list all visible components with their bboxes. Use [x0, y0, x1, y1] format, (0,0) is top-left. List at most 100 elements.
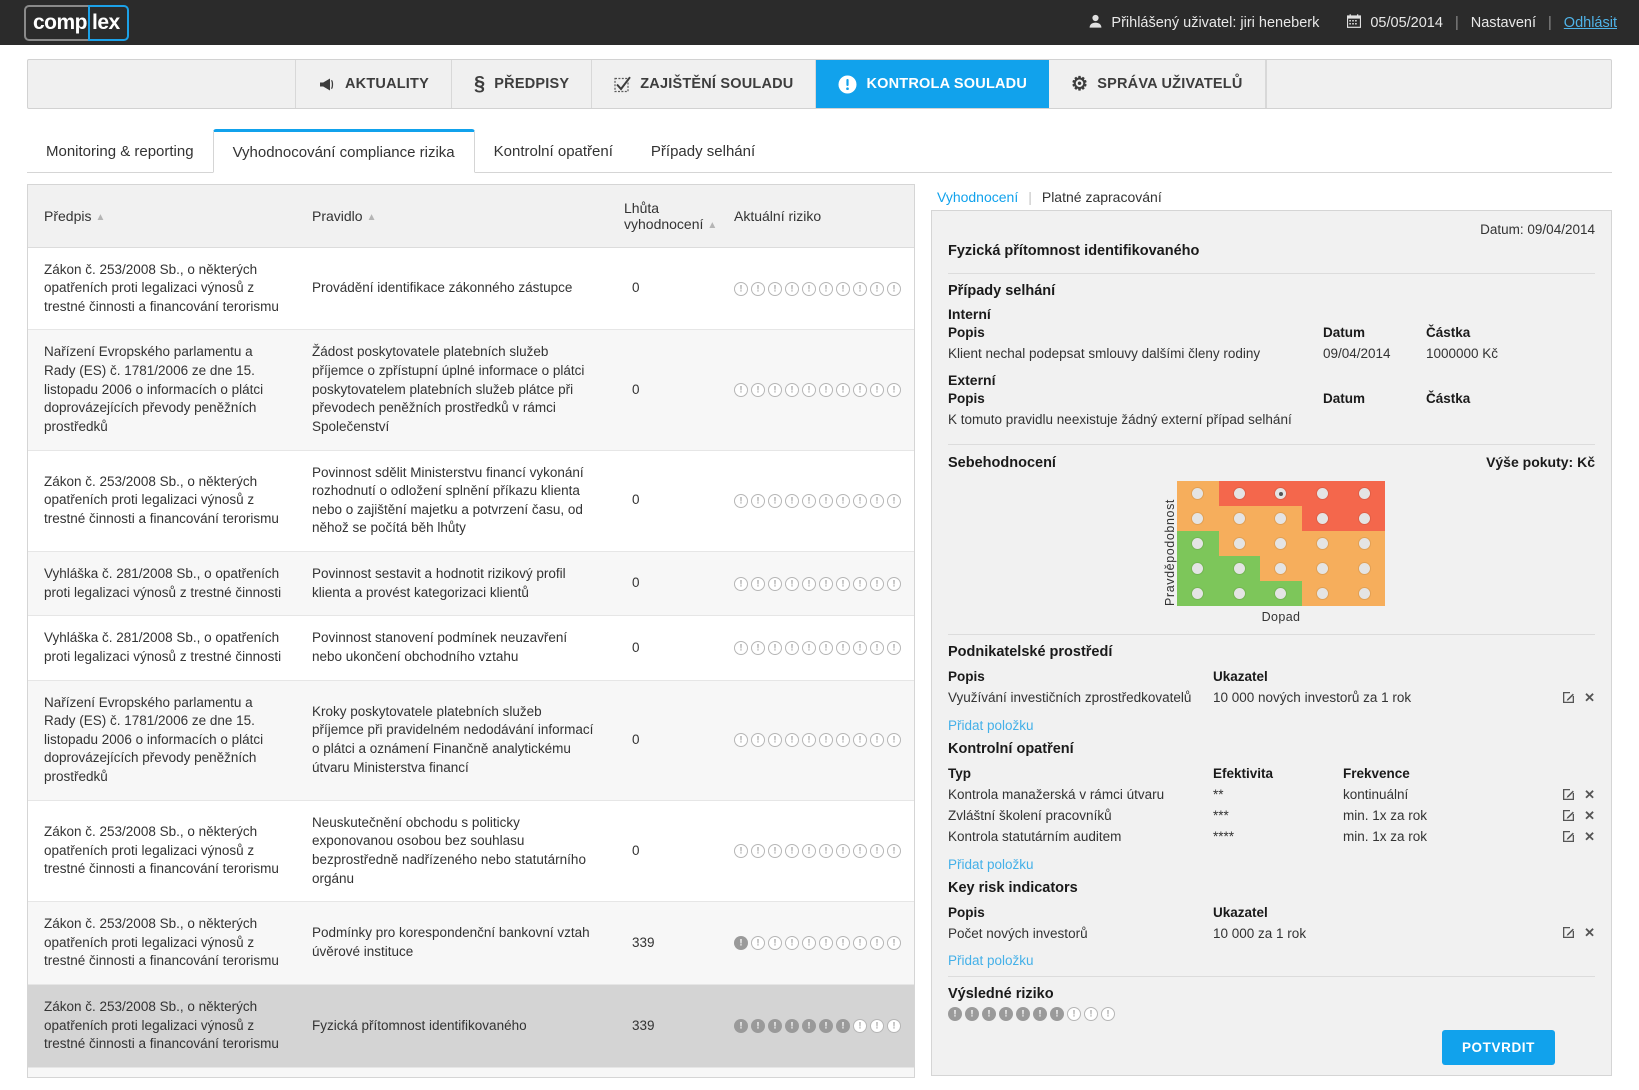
risk-matrix-dot[interactable]: [1192, 588, 1204, 600]
risk-matrix-cell[interactable]: [1177, 506, 1219, 532]
risk-matrix-cell[interactable]: [1177, 481, 1219, 507]
table-row[interactable]: Zákon č. 253/2008 Sb., o některých opatř…: [28, 984, 914, 1068]
delete-icon[interactable]: ✕: [1584, 830, 1595, 845]
tab-monitoring-reporting[interactable]: Monitoring & reporting: [27, 131, 213, 172]
risk-dot: [887, 1019, 901, 1034]
table-row[interactable]: Vyhláška č. 281/2008 Sb., o opatřeních p…: [28, 615, 914, 681]
delete-icon[interactable]: ✕: [1584, 809, 1595, 824]
risk-matrix-dot[interactable]: [1275, 488, 1287, 500]
col-header-lhuta[interactable]: Lhůta vyhodnocení ▲: [608, 185, 718, 248]
delete-icon[interactable]: ✕: [1584, 691, 1595, 706]
nav-item-sprava-uzivatelu[interactable]: ⚙ SPRÁVA UŽIVATELŮ: [1049, 60, 1266, 108]
edit-icon[interactable]: [1562, 809, 1575, 824]
risk-matrix-cell[interactable]: [1218, 481, 1261, 507]
risk-matrix-cell[interactable]: [1301, 506, 1344, 532]
table-row[interactable]: Zákon č. 253/2008 Sb., o některých opatř…: [28, 1067, 914, 1077]
risk-matrix-dot[interactable]: [1317, 588, 1329, 600]
risk-matrix-cell[interactable]: [1218, 556, 1261, 582]
risk-matrix-cell[interactable]: [1301, 581, 1344, 607]
risk-matrix-dot[interactable]: [1275, 563, 1287, 575]
risk-matrix-dot[interactable]: [1233, 563, 1245, 575]
delete-icon[interactable]: ✕: [1584, 788, 1595, 803]
risk-matrix-dot[interactable]: [1192, 488, 1204, 500]
risk-matrix[interactable]: [1177, 481, 1385, 607]
risk-matrix-dot[interactable]: [1233, 588, 1245, 600]
tab-pripady-selhani[interactable]: Případy selhání: [632, 131, 774, 172]
table-row[interactable]: Zákon č. 253/2008 Sb., o některých opatř…: [28, 901, 914, 985]
app-logo[interactable]: comp lex: [24, 4, 129, 41]
risk-matrix-dot[interactable]: [1233, 488, 1245, 500]
risk-matrix-cell[interactable]: [1301, 531, 1344, 557]
risk-matrix-cell[interactable]: [1343, 581, 1385, 607]
nav-item-zajisteni-souladu[interactable]: ZAJIŠTĚNÍ SOULADU: [592, 60, 817, 108]
risk-matrix-cell[interactable]: [1301, 556, 1344, 582]
risk-matrix-cell[interactable]: [1177, 556, 1219, 582]
detail-tab-platne-zapracovani[interactable]: Platné zapracování: [1042, 189, 1162, 205]
table-row[interactable]: Zákon č. 253/2008 Sb., o některých opatř…: [28, 450, 914, 552]
risk-matrix-dot[interactable]: [1358, 488, 1370, 500]
tab-vyhodnocovani-compliance-rizika[interactable]: Vyhodnocování compliance rizika: [212, 129, 475, 173]
edit-icon[interactable]: [1562, 788, 1575, 803]
nav-item-aktuality[interactable]: AKTUALITY: [296, 60, 452, 108]
risk-matrix-dot[interactable]: [1192, 513, 1204, 525]
risk-matrix-cell[interactable]: [1218, 581, 1261, 607]
table-row[interactable]: Zákon č. 253/2008 Sb., o některých opatř…: [28, 247, 914, 331]
nav-item-kontrola-souladu[interactable]: KONTROLA SOULADU: [816, 60, 1050, 108]
failures-external-heading: Externí: [948, 372, 996, 389]
risk-matrix-cell[interactable]: [1260, 556, 1302, 582]
delete-icon[interactable]: ✕: [1584, 926, 1595, 941]
risk-matrix-dot[interactable]: [1275, 513, 1287, 525]
risk-matrix-cell[interactable]: [1260, 481, 1302, 507]
risk-matrix-dot[interactable]: [1358, 538, 1370, 550]
col-header-aktualni-riziko[interactable]: Aktuální riziko: [718, 185, 914, 248]
risk-matrix-cell[interactable]: [1343, 556, 1385, 582]
add-kri-item-link[interactable]: Přidat položku: [948, 953, 1034, 968]
risk-matrix-dot[interactable]: [1358, 588, 1370, 600]
tab-kontrolni-opatreni[interactable]: Kontrolní opatření: [475, 131, 632, 172]
risk-matrix-dot[interactable]: [1233, 538, 1245, 550]
risk-matrix-cell[interactable]: [1177, 581, 1219, 607]
risk-matrix-dot[interactable]: [1317, 488, 1329, 500]
risk-matrix-cell[interactable]: [1301, 481, 1344, 507]
risk-matrix-dot[interactable]: [1275, 588, 1287, 600]
risk-matrix-dot[interactable]: [1358, 563, 1370, 575]
risk-matrix-dot[interactable]: [1317, 513, 1329, 525]
risk-dot: [734, 641, 748, 655]
risk-matrix-cell[interactable]: [1343, 481, 1385, 507]
settings-link[interactable]: Nastavení: [1471, 15, 1536, 31]
risk-matrix-dot[interactable]: [1233, 513, 1245, 525]
cell-lhuta: 339: [608, 901, 718, 985]
risk-matrix-dot[interactable]: [1275, 538, 1287, 550]
add-control-item-link[interactable]: Přidat položku: [948, 857, 1034, 872]
control-frekvence: min. 1x za rok: [1343, 828, 1428, 844]
risk-matrix-cell[interactable]: [1260, 581, 1302, 607]
risk-matrix-cell[interactable]: [1177, 531, 1219, 557]
risk-matrix-dot[interactable]: [1317, 563, 1329, 575]
nav-item-predpisy[interactable]: § PŘEDPISY: [452, 60, 593, 108]
table-row[interactable]: Vyhláška č. 281/2008 Sb., o opatřeních p…: [28, 551, 914, 617]
risk-matrix-dot[interactable]: [1192, 563, 1204, 575]
detail-tab-vyhodnoceni[interactable]: Vyhodnocení: [937, 189, 1018, 205]
edit-icon[interactable]: [1562, 830, 1575, 845]
risk-matrix-cell[interactable]: [1343, 531, 1385, 557]
table-row[interactable]: Nařízení Evropského parlamentu a Rady (E…: [28, 680, 914, 801]
risk-dot: [887, 641, 901, 655]
col-header-predpis[interactable]: Předpis ▲: [28, 185, 296, 248]
edit-icon[interactable]: [1562, 926, 1575, 941]
risk-matrix-cell[interactable]: [1218, 531, 1261, 557]
risk-matrix-dot[interactable]: [1317, 538, 1329, 550]
top-bar-right: Přihlášený uživatel: jiri heneberk 05/05…: [1089, 13, 1617, 32]
risk-matrix-dot[interactable]: [1192, 538, 1204, 550]
edit-icon[interactable]: [1562, 691, 1575, 706]
col-header-pravidlo[interactable]: Pravidlo ▲: [296, 185, 608, 248]
risk-matrix-dot[interactable]: [1358, 513, 1370, 525]
add-business-env-item-link[interactable]: Přidat položku: [948, 718, 1034, 733]
risk-matrix-cell[interactable]: [1343, 506, 1385, 532]
logout-link[interactable]: Odhlásit: [1564, 15, 1617, 31]
table-row[interactable]: Nařízení Evropského parlamentu a Rady (E…: [28, 329, 914, 451]
risk-matrix-cell[interactable]: [1260, 531, 1302, 557]
confirm-button[interactable]: POTVRDIT: [1441, 1030, 1555, 1065]
risk-matrix-cell[interactable]: [1260, 506, 1302, 532]
risk-matrix-cell[interactable]: [1218, 506, 1261, 532]
table-row[interactable]: Zákon č. 253/2008 Sb., o některých opatř…: [28, 800, 914, 903]
